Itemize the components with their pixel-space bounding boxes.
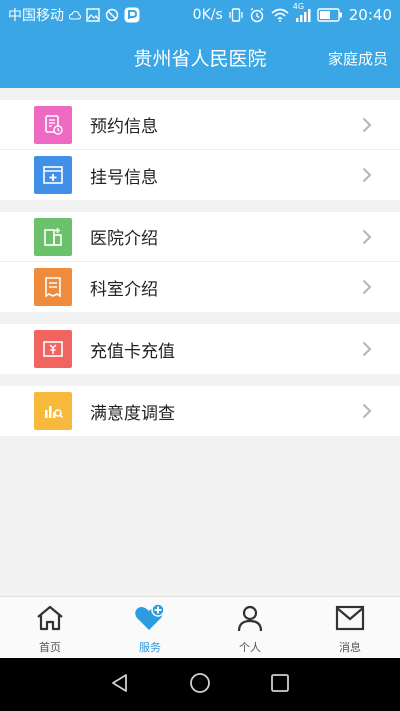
recent-apps-icon[interactable] bbox=[269, 672, 291, 698]
menu-group-recharge: 充值卡充值 bbox=[0, 324, 400, 374]
wifi-icon bbox=[271, 8, 289, 22]
network-speed: 0K/s bbox=[192, 7, 223, 23]
system-navigation-bar bbox=[0, 658, 400, 711]
recharge-icon bbox=[34, 330, 72, 368]
survey-icon bbox=[34, 392, 72, 430]
status-bar: 中国移动 0K/s 4G 20:40 bbox=[0, 0, 400, 30]
menu-group-info: 医院介绍 科室介绍 bbox=[0, 212, 400, 312]
tab-label: 消息 bbox=[339, 641, 361, 654]
tab-label: 首页 bbox=[39, 641, 61, 654]
vibrate-icon bbox=[229, 7, 243, 23]
home-circle-icon[interactable] bbox=[188, 671, 212, 699]
carrier-name: 中国移动 bbox=[8, 8, 64, 24]
app-header: 贵州省人民医院 家庭成员 bbox=[0, 30, 400, 88]
cloud-icon bbox=[69, 10, 81, 20]
menu-group-booking: 预约信息 挂号信息 bbox=[0, 100, 400, 200]
tab-messages[interactable]: 消息 bbox=[300, 597, 400, 658]
message-icon bbox=[335, 604, 365, 636]
menu-item-label: 满意度调查 bbox=[90, 403, 175, 424]
registration-icon bbox=[34, 156, 72, 194]
menu-item-department-intro[interactable]: 科室介绍 bbox=[0, 262, 400, 312]
clock-time: 20:40 bbox=[348, 6, 392, 24]
alarm-icon bbox=[249, 7, 265, 23]
battery-icon bbox=[317, 8, 343, 22]
network-type: 4G bbox=[292, 2, 305, 11]
person-icon bbox=[236, 604, 264, 636]
chevron-right-icon bbox=[362, 403, 372, 423]
hospital-icon bbox=[34, 218, 72, 256]
chevron-right-icon bbox=[362, 117, 372, 137]
menu-item-label: 医院介绍 bbox=[90, 229, 158, 249]
menu-item-label: 预约信息 bbox=[90, 117, 158, 137]
tab-personal[interactable]: 个人 bbox=[200, 597, 300, 658]
chevron-right-icon bbox=[362, 229, 372, 249]
tab-label: 个人 bbox=[239, 641, 261, 654]
menu-item-label: 科室介绍 bbox=[90, 279, 158, 300]
chevron-right-icon bbox=[362, 341, 372, 361]
heart-plus-icon bbox=[134, 603, 166, 636]
back-icon[interactable] bbox=[109, 672, 131, 698]
menu-group-survey: 满意度调查 bbox=[0, 386, 400, 436]
menu-item-registration[interactable]: 挂号信息 bbox=[0, 150, 400, 200]
chevron-right-icon bbox=[362, 279, 372, 299]
home-icon bbox=[35, 604, 65, 636]
tab-home[interactable]: 首页 bbox=[0, 597, 100, 658]
menu-item-label: 充值卡充值 bbox=[90, 341, 175, 362]
menu-item-hospital-intro[interactable]: 医院介绍 bbox=[0, 212, 400, 262]
tab-service[interactable]: 服务 bbox=[100, 597, 200, 658]
chevron-right-icon bbox=[362, 167, 372, 187]
department-icon bbox=[34, 268, 72, 306]
tab-label: 服务 bbox=[139, 641, 161, 654]
menu-item-satisfaction-survey[interactable]: 满意度调查 bbox=[0, 386, 400, 436]
appointment-icon bbox=[34, 106, 72, 144]
signal-icon: 4G bbox=[293, 2, 311, 22]
menu-item-label: 挂号信息 bbox=[90, 167, 158, 188]
no-disturb-icon bbox=[105, 8, 119, 22]
menu-item-card-recharge[interactable]: 充值卡充值 bbox=[0, 324, 400, 374]
bottom-tab-bar: 首页 服务 个人 消息 bbox=[0, 596, 400, 658]
image-icon bbox=[86, 8, 100, 22]
family-members-button[interactable]: 家庭成员 bbox=[328, 30, 388, 88]
service-list: 预约信息 挂号信息 医院介绍 科室介绍 充值卡充值 满意度调查 bbox=[0, 88, 400, 596]
app-notification-icon bbox=[124, 7, 140, 23]
menu-item-appointment[interactable]: 预约信息 bbox=[0, 100, 400, 150]
